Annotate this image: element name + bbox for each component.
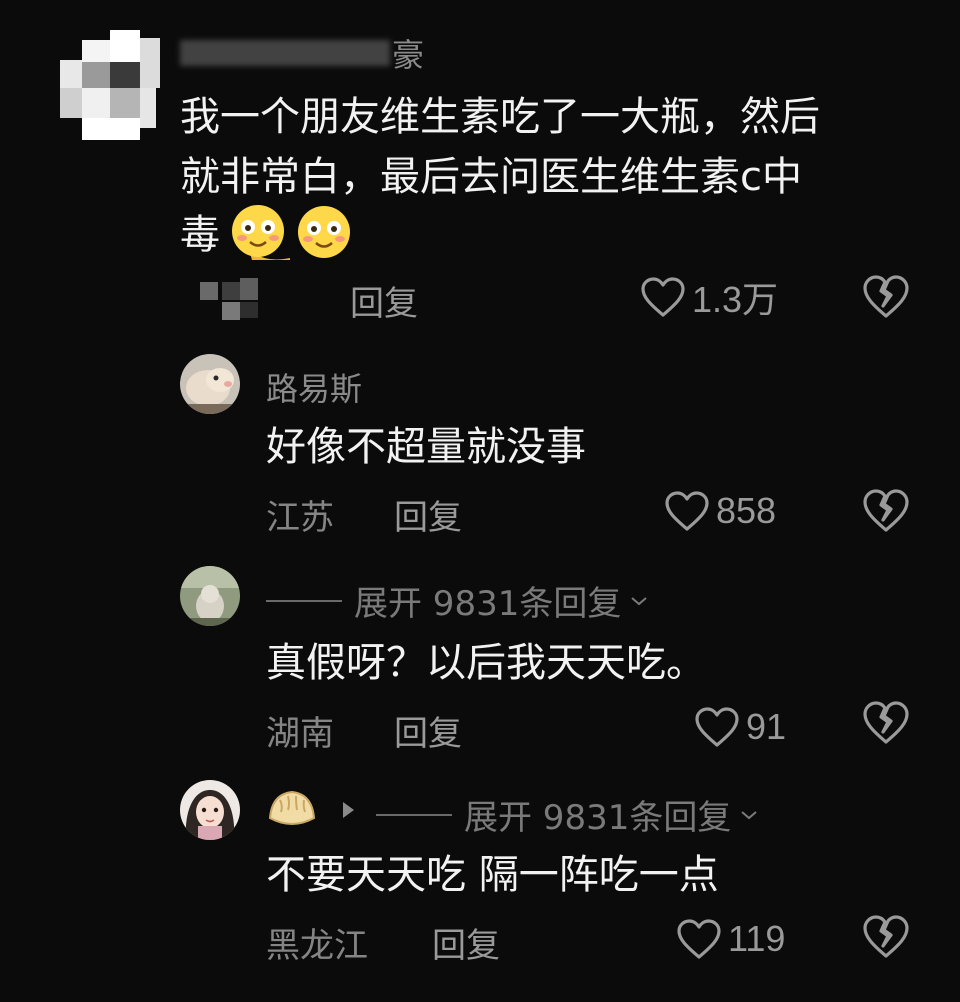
like-count: 91	[746, 706, 787, 747]
like-button[interactable]: 91	[694, 702, 786, 752]
heart-outline-icon	[665, 491, 709, 531]
blush-smile-emoji-icon	[230, 204, 294, 260]
like-button[interactable]: 119	[676, 914, 785, 964]
expand-label: 展开 9831条回复	[464, 798, 732, 838]
heart-outline-icon	[695, 707, 739, 747]
location-label: 湖南	[266, 714, 334, 754]
comment-text: 真假呀？以后我天天吃。	[266, 640, 706, 686]
comment-1: 豪 我一个朋友维生素吃了一大瓶，然后 就非常白，最后去问医生维生素c中 毒 回复…	[0, 0, 960, 340]
username[interactable]: 路易斯	[266, 364, 362, 410]
comment-2: 路易斯 好像不超量就没事 江苏 回复 858	[0, 340, 960, 560]
pixelated-avatar	[60, 30, 160, 140]
like-button[interactable]: 858	[664, 486, 776, 536]
expand-replies-link[interactable]: 展开 9831条回复	[376, 790, 759, 839]
like-count: 858	[716, 490, 777, 531]
dumpling-emoji-icon	[266, 786, 318, 832]
reply-button[interactable]: 回复	[432, 918, 500, 967]
comment-3: 展开 9831条回复 真假呀？以后我天天吃。 湖南 回复 91	[0, 560, 960, 774]
reply-button[interactable]: 回复	[350, 276, 418, 325]
pixelated-location	[200, 278, 262, 320]
comment-text-line-2: 就非常白，最后去问医生维生素c中	[180, 154, 802, 200]
expand-label: 展开 9831条回复	[354, 584, 622, 624]
avatar[interactable]	[180, 780, 240, 840]
reply-button[interactable]: 回复	[394, 490, 462, 539]
reply-button[interactable]: 回复	[394, 706, 462, 755]
like-count: 119	[728, 918, 786, 959]
blurred-username	[180, 40, 390, 66]
dislike-button[interactable]	[862, 914, 910, 962]
username-partial: 豪	[392, 36, 425, 74]
chevron-down-icon	[631, 596, 647, 605]
comment-text-line-1: 我一个朋友维生素吃了一大瓶，然后	[180, 94, 820, 140]
avatar[interactable]	[180, 354, 240, 414]
heart-outline-icon	[677, 919, 721, 959]
location-label: 江苏	[266, 498, 334, 538]
comment-text-line-3: 毒	[180, 212, 220, 258]
dislike-button[interactable]	[862, 488, 910, 536]
like-button[interactable]: 1.3万	[640, 272, 778, 322]
broken-heart-icon	[863, 701, 909, 744]
comment-text: 不要天天吃 隔一阵吃一点	[266, 852, 719, 898]
dislike-button[interactable]	[862, 700, 910, 748]
heart-outline-icon	[641, 277, 685, 317]
divider-line	[266, 599, 342, 602]
broken-heart-icon	[863, 489, 909, 532]
comment-4: 展开 9831条回复 不要天天吃 隔一阵吃一点 黑龙江 回复 119	[0, 774, 960, 1002]
like-count: 1.3万	[692, 279, 779, 320]
comment-text: 好像不超量就没事	[266, 424, 586, 470]
expand-replies-link[interactable]: 展开 9831条回复	[266, 576, 649, 625]
divider-line	[376, 813, 452, 816]
location-label: 黑龙江	[266, 926, 368, 966]
reply-arrow-icon	[340, 800, 356, 820]
chevron-down-icon	[741, 810, 757, 819]
blush-smile-emoji-icon	[294, 204, 354, 260]
avatar[interactable]	[180, 566, 240, 626]
broken-heart-icon	[863, 915, 909, 958]
dislike-button[interactable]	[862, 274, 910, 322]
broken-heart-icon	[863, 275, 909, 318]
